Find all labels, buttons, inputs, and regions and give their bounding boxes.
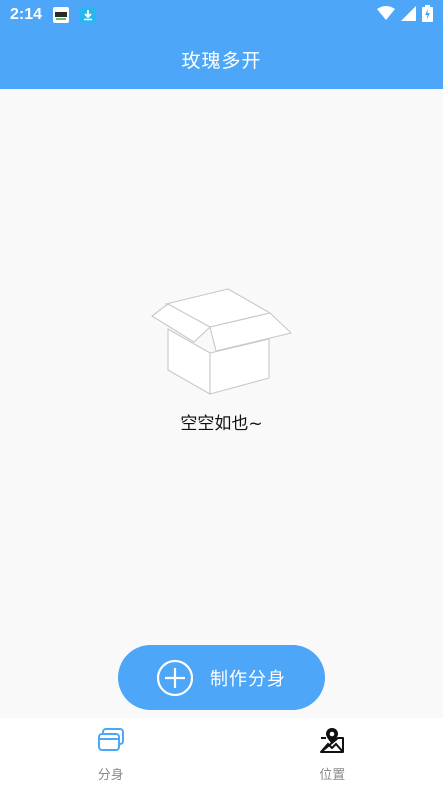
app-bar: 玫瑰多开: [0, 30, 443, 89]
bottom-nav: 分身 位置: [0, 718, 443, 788]
create-clone-label: 制作分身: [210, 668, 286, 689]
nav-label-location: 位置: [319, 768, 346, 783]
location-map-icon: [320, 728, 345, 753]
wifi-icon: [377, 5, 395, 25]
main-content: 空空如也~: [0, 89, 443, 718]
signal-icon: [401, 5, 416, 25]
create-clone-button[interactable]: 制作分身: [118, 645, 325, 710]
download-icon: [79, 6, 97, 24]
status-time: 2:14: [10, 6, 43, 23]
nav-label-clones: 分身: [97, 768, 124, 783]
status-bar: 2:14: [0, 0, 443, 30]
nav-item-clones[interactable]: 分身: [0, 718, 222, 788]
battery-charging-icon: [422, 4, 433, 26]
page-title: 玫瑰多开: [181, 50, 262, 72]
app-notification-icon: [52, 6, 70, 24]
empty-box-icon: [151, 288, 292, 395]
nav-item-location[interactable]: 位置: [222, 718, 443, 788]
plus-circle-icon: [156, 659, 194, 696]
empty-state-text: 空空如也~: [180, 414, 263, 434]
clone-icon: [97, 728, 124, 751]
